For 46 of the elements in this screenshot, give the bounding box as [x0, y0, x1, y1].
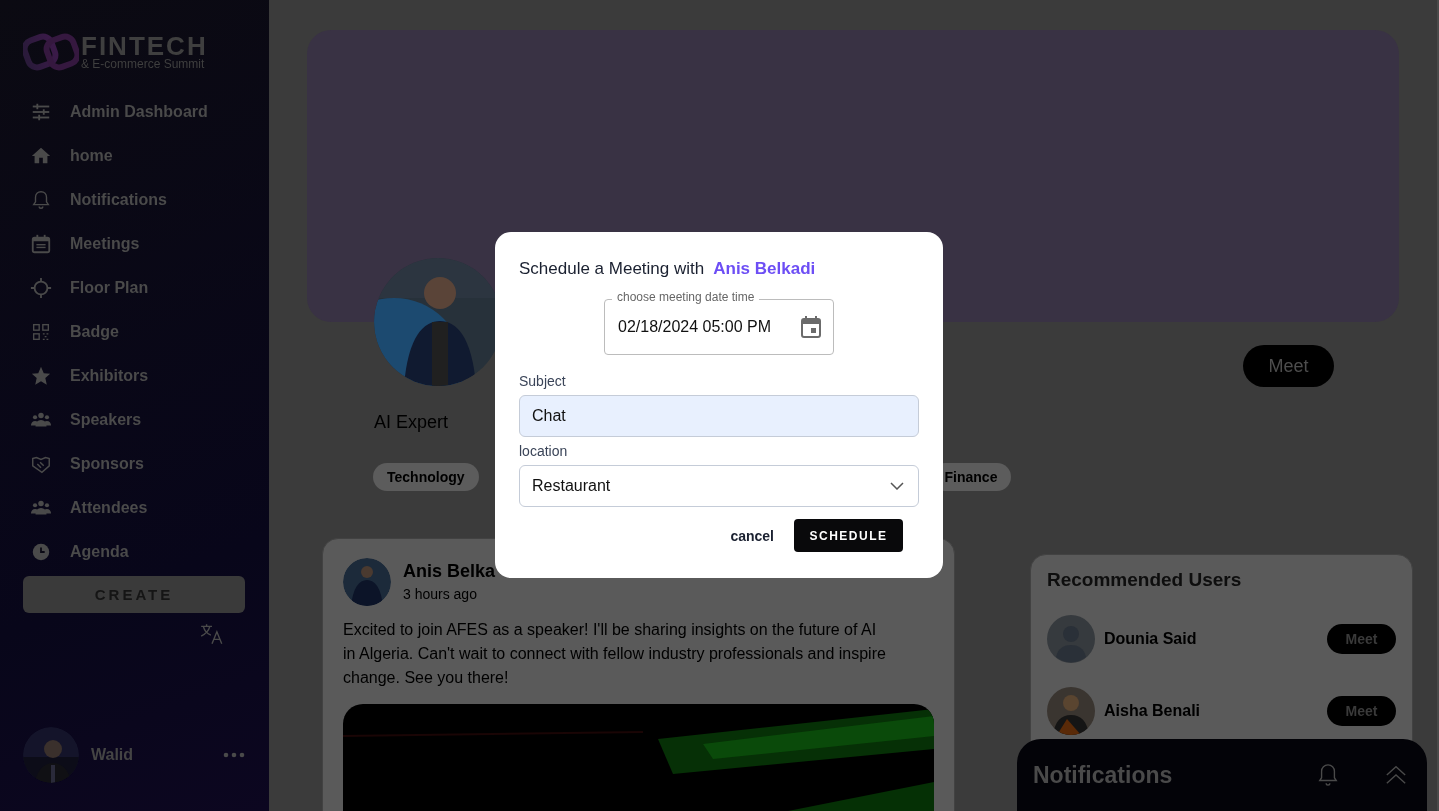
panel-title: Notifications — [1033, 761, 1174, 789]
qr-icon — [30, 321, 52, 343]
sliders-icon — [30, 101, 52, 123]
field-label: location — [519, 443, 569, 459]
location-select[interactable]: Restaurant — [519, 465, 919, 507]
sidebar-item[interactable]: Meetings — [23, 222, 245, 266]
user-name: Walid — [91, 746, 135, 764]
more-icon[interactable] — [223, 752, 245, 758]
clock-icon — [30, 541, 52, 563]
meet-button[interactable]: Meet — [1327, 624, 1396, 654]
sidebar-item[interactable]: Floor Plan — [23, 266, 245, 310]
sidebar-item[interactable]: home — [23, 134, 245, 178]
meet-button[interactable]: Meet — [1327, 696, 1396, 726]
post-text: Excited to join AFES as a speaker! I'll be sharing insights on the future of AI in Algeria. Can't wait to connect with fellow industry professionals and inspire change. See you there! — [343, 620, 887, 688]
subject-field[interactable]: Chat — [519, 395, 919, 437]
calendar-icon — [30, 233, 52, 255]
user-name: Aisha Benali — [1104, 702, 1202, 720]
sidebar-item[interactable]: Notifications — [23, 178, 245, 222]
sidebar-item[interactable]: Attendees — [23, 486, 245, 530]
user-name: Dounia Said — [1104, 630, 1198, 648]
bell-icon[interactable] — [1317, 763, 1339, 787]
profile-role: AI Expert — [374, 412, 449, 433]
schedule-button[interactable]: SCHEDULE — [794, 519, 903, 552]
field-label: choose meeting date time — [612, 290, 760, 304]
user-silhouette-icon — [1047, 615, 1095, 663]
post-time: 3 hours ago — [403, 586, 478, 602]
post-author: Anis Belka — [403, 561, 496, 582]
calendar-icon[interactable] — [799, 315, 823, 339]
collapse-icon[interactable] — [1385, 765, 1407, 785]
card-title: Recommended Users — [1047, 569, 1243, 591]
target-icon — [30, 277, 52, 299]
sidebar-item[interactable]: Admin Dashboard — [23, 90, 245, 134]
field-label: Subject — [519, 373, 567, 389]
dialog-title: Schedule a Meeting with Anis Belkadi — [519, 259, 817, 279]
meet-button[interactable]: Meet — [1243, 345, 1334, 387]
cancel-button[interactable]: cancel — [730, 527, 774, 544]
sidebar-item[interactable]: Badge — [23, 310, 245, 354]
sidebar-item[interactable]: Agenda — [23, 530, 245, 574]
chevron-down-icon — [890, 482, 904, 490]
sidebar-item[interactable]: Exhibitors — [23, 354, 245, 398]
translate-icon[interactable] — [199, 621, 225, 647]
tag: Technology — [373, 463, 479, 491]
star-icon — [30, 365, 52, 387]
bell-icon — [30, 189, 52, 211]
sidebar-item[interactable]: Speakers — [23, 398, 245, 442]
sidebar-item[interactable]: Sponsors — [23, 442, 245, 486]
